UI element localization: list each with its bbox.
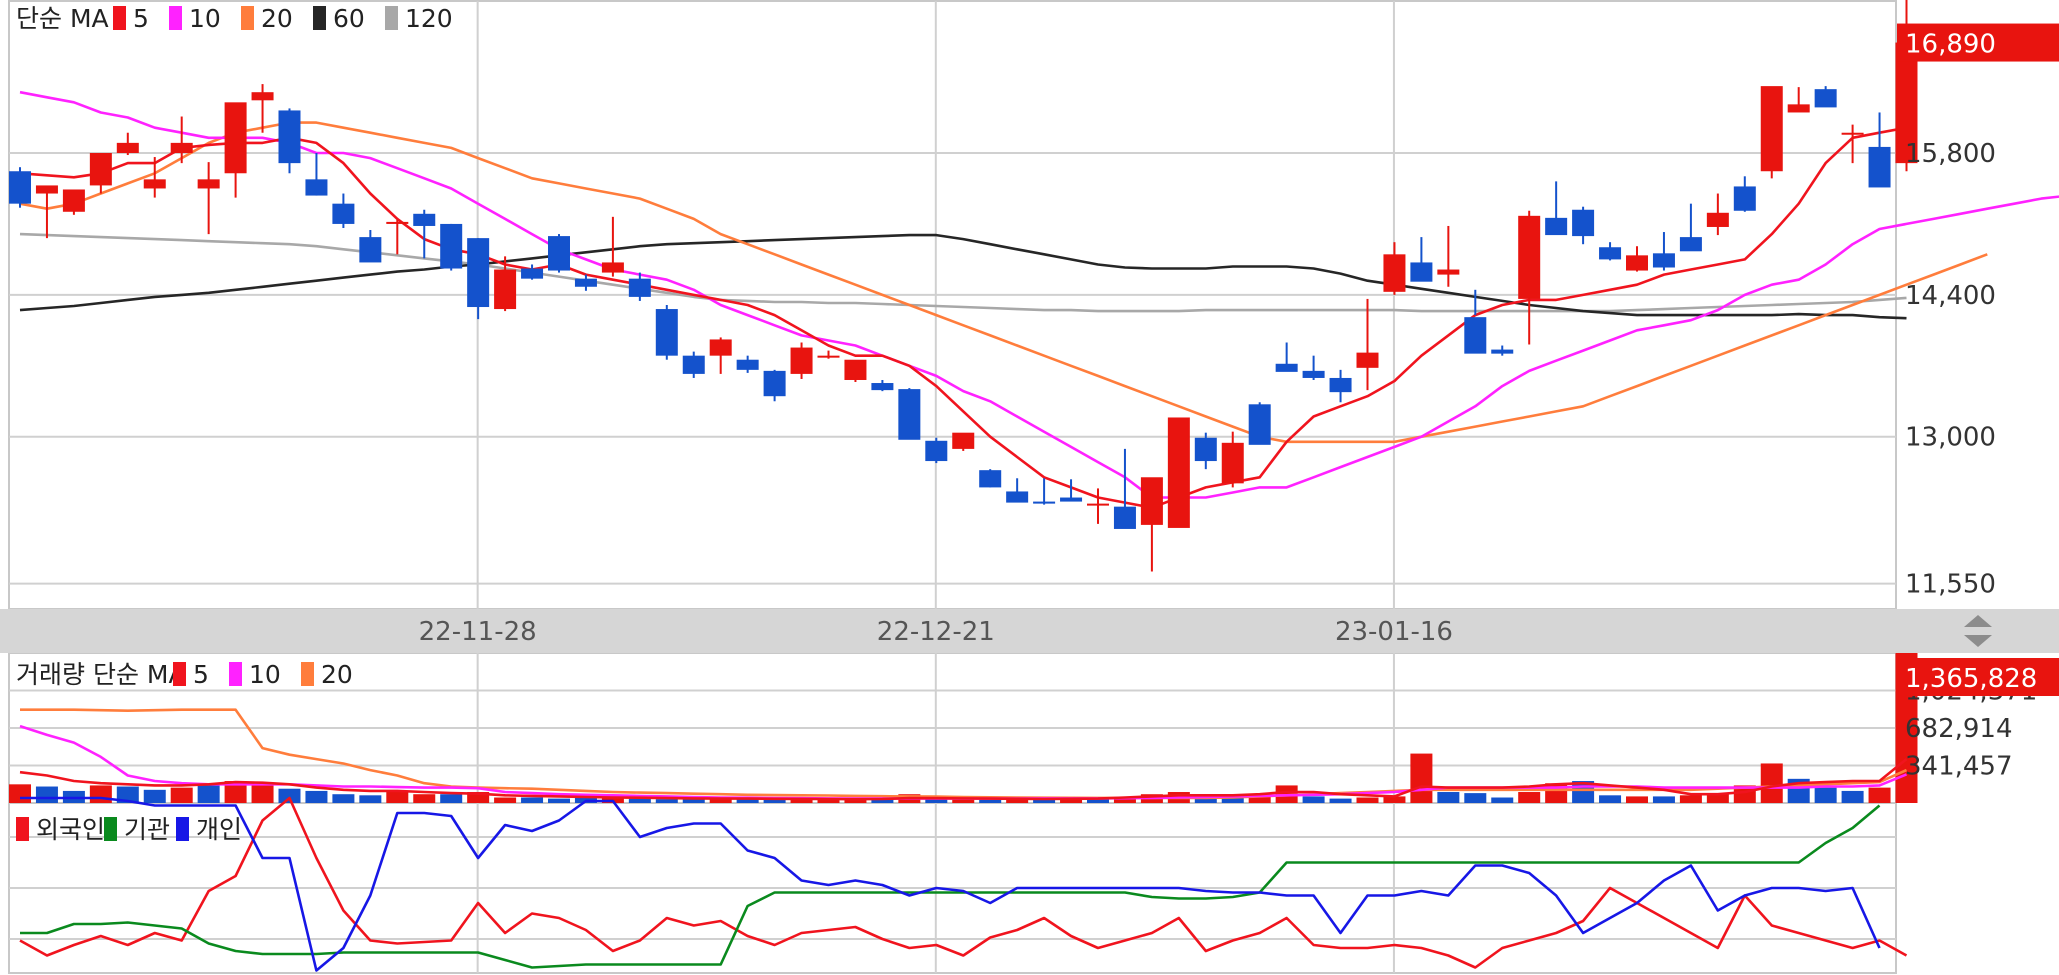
last-price-label: 16,890 — [1905, 30, 1996, 60]
volume-bar[interactable] — [1652, 796, 1675, 803]
volume-bar[interactable] — [1302, 796, 1325, 803]
candle[interactable] — [790, 342, 813, 379]
last-volume-label: 1,365,828 — [1905, 664, 2037, 694]
legend-swatch — [16, 817, 29, 841]
volume-bar[interactable] — [952, 799, 975, 803]
date-label: 23-01-16 — [1335, 617, 1453, 647]
volume-bar[interactable] — [359, 795, 382, 803]
legend-swatch — [241, 6, 254, 30]
volume-bar[interactable] — [1679, 795, 1702, 803]
volume-bar[interactable] — [521, 797, 544, 803]
volume-bar[interactable] — [1356, 797, 1379, 803]
candle[interactable] — [925, 437, 948, 464]
legend-label: 10 — [189, 4, 221, 33]
stock-chart: 22-11-28 22-12-21 23-01-16 15,800 14,400 13,… — [0, 0, 2059, 975]
candle[interactable] — [655, 305, 678, 360]
legend-swatch — [301, 662, 314, 686]
date-axis-strip — [0, 609, 2059, 653]
volume-bar[interactable] — [305, 790, 328, 803]
volume-bar[interactable] — [89, 785, 112, 803]
candle[interactable] — [9, 167, 31, 208]
price-tick-label: 13,000 — [1905, 423, 1996, 453]
volume-bar[interactable] — [35, 786, 58, 803]
volume-bar[interactable] — [655, 799, 678, 803]
volume-bar[interactable] — [332, 794, 355, 803]
volume-bar[interactable] — [1410, 753, 1433, 803]
legend-swatch — [385, 6, 398, 30]
candle[interactable] — [844, 359, 867, 383]
legend-swatch — [169, 6, 182, 30]
volume-bar[interactable] — [628, 798, 651, 803]
volume-bar[interactable] — [494, 797, 517, 803]
price-tick-label: 15,800 — [1905, 139, 1996, 169]
legend-swatch — [173, 662, 186, 686]
volume-bar[interactable] — [1626, 796, 1648, 803]
volume-bar[interactable] — [1814, 787, 1837, 803]
candle[interactable] — [1814, 86, 1837, 108]
legend-swatch — [113, 6, 126, 30]
volume-bar[interactable] — [1760, 763, 1783, 803]
volume-bar[interactable] — [170, 787, 193, 803]
legend-label: 개인 — [196, 815, 242, 844]
volume-bar[interactable] — [386, 790, 409, 803]
date-label: 22-11-28 — [419, 617, 537, 647]
legend-swatch — [229, 662, 242, 686]
candle[interactable] — [979, 469, 1002, 488]
candle[interactable] — [62, 189, 85, 215]
legend-label: 10 — [249, 660, 281, 689]
volume-bar[interactable] — [1464, 793, 1487, 803]
volume-bar[interactable] — [1491, 797, 1514, 803]
last-volume-badge: 1,365,828 — [1897, 658, 2059, 696]
volume-ma-legend[interactable]: 거래량 단순 MA 5 10 20 — [16, 660, 353, 689]
candle[interactable] — [1760, 86, 1783, 179]
volume-bar[interactable] — [440, 794, 463, 803]
candle[interactable] — [440, 223, 463, 271]
volume-bar[interactable] — [251, 784, 274, 803]
legend-label: 5 — [193, 660, 209, 689]
investor-legend[interactable]: 외국인 기관 개인 — [16, 815, 242, 844]
date-label: 22-12-21 — [877, 617, 995, 647]
volume-bar[interactable] — [1518, 792, 1541, 803]
candle[interactable] — [1167, 417, 1190, 528]
volume-bar[interactable] — [9, 784, 31, 803]
legend-swatch — [104, 817, 117, 841]
candle[interactable] — [467, 238, 490, 320]
volume-bar[interactable] — [143, 789, 166, 803]
volume-bar[interactable] — [1329, 798, 1352, 803]
legend-title: 거래량 단순 MA — [16, 660, 186, 689]
legend-label: 기관 — [124, 815, 170, 844]
legend-label: 20 — [321, 660, 353, 689]
volume-bar[interactable] — [1868, 787, 1891, 803]
legend-title: 단순 MA — [16, 4, 109, 33]
volume-bar[interactable] — [1437, 792, 1460, 803]
legend-label: 20 — [261, 4, 293, 33]
candle[interactable] — [1248, 402, 1271, 445]
volume-bar[interactable] — [1599, 795, 1622, 803]
price-tick-label: 11,550 — [1905, 570, 1996, 600]
volume-bar[interactable] — [197, 785, 220, 803]
volume-bar[interactable] — [413, 794, 436, 803]
volume-bar[interactable] — [1841, 790, 1864, 803]
volume-bar[interactable] — [979, 799, 1002, 803]
legend-label: 60 — [333, 4, 365, 33]
last-price-badge: 16,890 — [1897, 23, 2059, 62]
volume-tick-label: 682,914 — [1905, 714, 2013, 744]
legend-swatch — [176, 817, 189, 841]
candle[interactable] — [952, 432, 975, 451]
legend-label: 외국인 — [36, 815, 105, 844]
legend-label: 5 — [133, 4, 149, 33]
legend-label: 120 — [405, 4, 453, 33]
volume-tick-label: 341,457 — [1905, 752, 2013, 782]
legend-swatch — [313, 6, 326, 30]
volume-bar[interactable] — [548, 798, 570, 803]
candle[interactable] — [548, 234, 570, 273]
candle[interactable] — [898, 388, 921, 440]
price-tick-label: 14,400 — [1905, 281, 1996, 311]
